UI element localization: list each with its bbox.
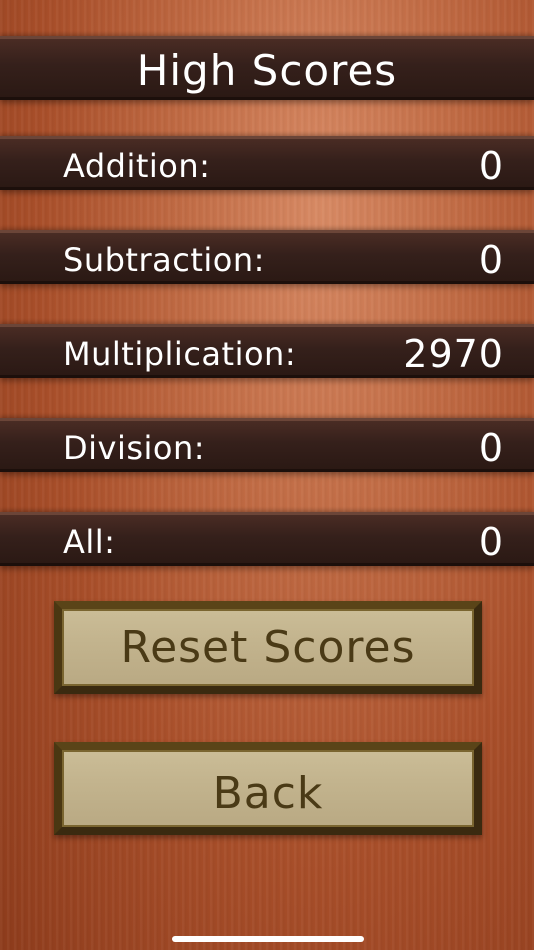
score-label-multiplication: Multiplication: — [63, 335, 297, 373]
score-value-multiplication: 2970 — [403, 332, 504, 376]
score-label-division: Division: — [63, 429, 206, 467]
back-button[interactable]: Back — [54, 742, 482, 835]
page-title: High Scores — [136, 46, 398, 95]
home-indicator[interactable] — [172, 936, 364, 942]
score-row-division: Division: 0 — [0, 418, 534, 472]
score-label-subtraction: Subtraction: — [63, 241, 265, 279]
score-value-division: 0 — [478, 426, 504, 470]
score-label-addition: Addition: — [63, 147, 211, 185]
title-banner: High Scores — [0, 36, 534, 100]
score-label-all: All: — [63, 523, 116, 561]
score-row-all: All: 0 — [0, 512, 534, 566]
score-value-all: 0 — [478, 520, 504, 564]
score-row-multiplication: Multiplication: 2970 — [0, 324, 534, 378]
score-row-subtraction: Subtraction: 0 — [0, 230, 534, 284]
score-row-addition: Addition: 0 — [0, 136, 534, 190]
score-value-subtraction: 0 — [478, 238, 504, 282]
score-value-addition: 0 — [478, 144, 504, 188]
reset-scores-button[interactable]: Reset Scores — [54, 601, 482, 694]
